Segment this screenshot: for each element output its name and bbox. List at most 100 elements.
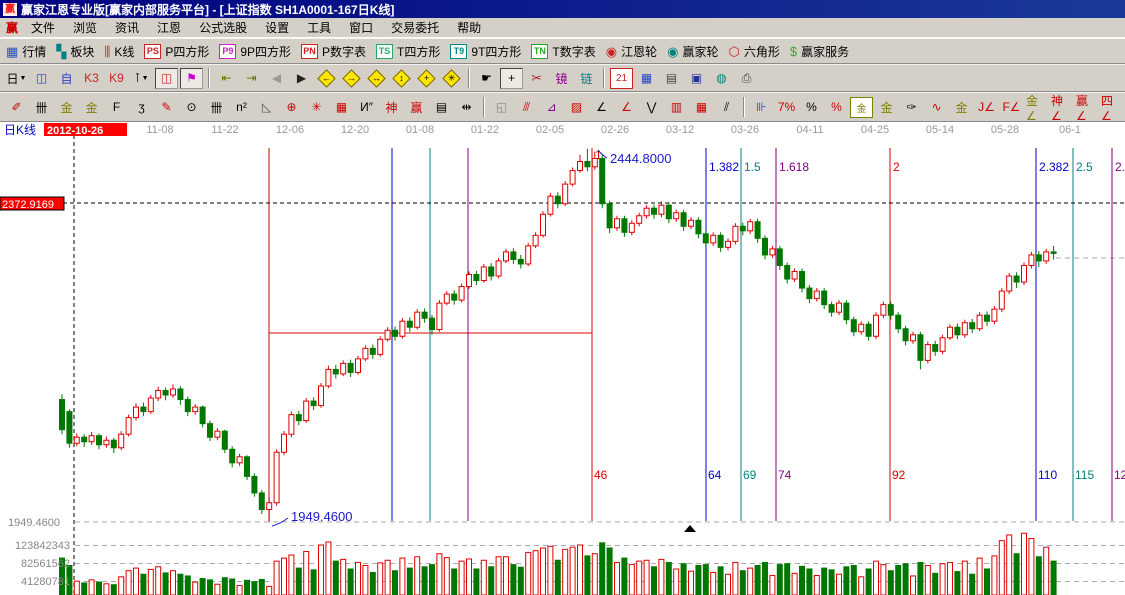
prev-bar-icon[interactable]: ◀: [265, 68, 288, 89]
si-angle-icon[interactable]: 四∠: [1100, 97, 1123, 118]
print-icon[interactable]: ⎙: [735, 68, 758, 89]
gold-ruler-icon[interactable]: 金: [55, 97, 78, 118]
info-panel-icon[interactable]: 自: [55, 68, 78, 89]
menu-item-设置[interactable]: 设置: [256, 17, 298, 38]
shen-grid-icon[interactable]: 神: [380, 97, 403, 118]
ruler-lines-icon[interactable]: 卌: [30, 97, 53, 118]
pattern-blue-icon[interactable]: ◫: [30, 68, 53, 89]
kline-9-icon[interactable]: K9: [105, 68, 128, 89]
title-bar[interactable]: 赢 赢家江恩专业版[赢家内部服务平台] - [上证指数 SH1A0001-167…: [0, 0, 1125, 18]
pattern-red-icon[interactable]: ◫: [155, 68, 178, 89]
wave-gold-icon[interactable]: ∿: [925, 97, 948, 118]
calendar-icon[interactable]: 21: [610, 68, 633, 89]
hatch-box-icon[interactable]: ▨: [565, 97, 588, 118]
table-grid-icon: ▦: [6, 44, 18, 59]
menu-item-工具[interactable]: 工具: [298, 17, 340, 38]
hand-tool-icon[interactable]: ☛: [475, 68, 498, 89]
zoom-in-icon[interactable]: +: [415, 68, 438, 89]
seven-pct-icon[interactable]: 7%: [775, 97, 798, 118]
save-icon[interactable]: ▣: [685, 68, 708, 89]
mirror-tool-icon[interactable]: 镜: [550, 68, 573, 89]
winner-service-button[interactable]: $赢家服务: [790, 43, 849, 60]
delete-tool-icon[interactable]: ✂: [525, 68, 548, 89]
n-squared-icon[interactable]: n²: [230, 97, 253, 118]
flag-icon[interactable]: ⚑: [180, 68, 203, 89]
zoom-out-icon[interactable]: ↕: [390, 68, 413, 89]
kline-button[interactable]: ⫼K线: [104, 43, 134, 60]
toolbar-label: K线: [114, 43, 134, 60]
t9-square-button[interactable]: T99T四方形: [450, 43, 521, 60]
percent-icon[interactable]: %: [800, 97, 823, 118]
menu-item-资讯[interactable]: 资讯: [106, 17, 148, 38]
j-angle-icon[interactable]: J∠: [975, 97, 998, 118]
link-tool-icon[interactable]: 链: [575, 68, 598, 89]
winner-wheel-button[interactable]: ◉赢家轮: [667, 43, 718, 60]
parallel-lines-icon[interactable]: ⫽: [715, 97, 738, 118]
red-pen-icon[interactable]: ✐: [5, 97, 28, 118]
p9-square-button[interactable]: P99P四方形: [219, 43, 291, 60]
square-web-icon[interactable]: ▦: [330, 97, 353, 118]
grid-123-icon[interactable]: ▤: [430, 97, 453, 118]
time-circle-icon[interactable]: ⊙: [180, 97, 203, 118]
angle-black-icon[interactable]: ∠: [590, 97, 613, 118]
wave-v-icon[interactable]: ⋁: [640, 97, 663, 118]
gold-under-icon[interactable]: 金: [950, 97, 973, 118]
compass-cross-icon[interactable]: ⊕: [280, 97, 303, 118]
pan-left-icon[interactable]: ←: [315, 68, 338, 89]
gold-angle-icon[interactable]: 金∠: [1025, 97, 1048, 118]
gold-circle-icon[interactable]: 金: [850, 97, 873, 118]
ying-angle-icon[interactable]: 赢∠: [1075, 97, 1098, 118]
hash-lines-icon[interactable]: 卌: [205, 97, 228, 118]
candle-style-dropdown[interactable]: ⊺▼: [130, 68, 153, 89]
menu-item-浏览[interactable]: 浏览: [64, 17, 106, 38]
menu-item-帮助[interactable]: 帮助: [448, 17, 490, 38]
box-corner-icon[interactable]: ◱: [490, 97, 513, 118]
hexagon-button[interactable]: ⬡六角形: [728, 43, 779, 60]
quotes-button[interactable]: ▦行情: [6, 43, 46, 60]
f-angle-icon[interactable]: F∠: [1000, 97, 1023, 118]
p-number-table-button[interactable]: PNP数字表: [301, 43, 366, 60]
web-save-icon[interactable]: ◍: [710, 68, 733, 89]
fan-red-icon[interactable]: ⫻: [515, 97, 538, 118]
period-day-dropdown[interactable]: 日▼: [5, 68, 28, 89]
crosshair-tool-icon[interactable]: +: [500, 68, 523, 89]
f-ruler-icon[interactable]: F: [105, 97, 128, 118]
zoom-all-icon[interactable]: ✳: [440, 68, 463, 89]
ying-grid-icon[interactable]: 赢: [405, 97, 428, 118]
chart-canvas[interactable]: 1461.382641.5691.618742922.3821102.51152…: [0, 122, 1125, 595]
shen-angle-icon[interactable]: 神∠: [1050, 97, 1073, 118]
sectors-button[interactable]: ▚板块: [56, 43, 94, 60]
menu-item-江恩[interactable]: 江恩: [148, 17, 190, 38]
star-web-icon[interactable]: ✳: [305, 97, 328, 118]
i-marks-icon[interactable]: И″: [355, 97, 378, 118]
angle-pen-icon[interactable]: ◺: [255, 97, 278, 118]
spiral-icon[interactable]: ʒ: [130, 97, 153, 118]
grid-box-icon[interactable]: ▦: [690, 97, 713, 118]
first-bar-icon[interactable]: ⇤: [215, 68, 238, 89]
gold-ruler2-icon[interactable]: 金: [80, 97, 103, 118]
menu-item-公式选股[interactable]: 公式选股: [190, 17, 256, 38]
width-arrows-icon[interactable]: ⇹: [455, 97, 478, 118]
p-square-button[interactable]: PSP四方形: [144, 43, 209, 60]
pen-circle-icon[interactable]: ✎: [155, 97, 178, 118]
menu-item-交易委托[interactable]: 交易委托: [382, 17, 448, 38]
kline-3-icon[interactable]: K3: [80, 68, 103, 89]
scale-bars-icon[interactable]: ⊪: [750, 97, 773, 118]
pan-both-icon[interactable]: ↔: [365, 68, 388, 89]
t-square-button[interactable]: TST四方形: [376, 43, 440, 60]
notes-icon[interactable]: ▤: [660, 68, 683, 89]
pct-lines-icon[interactable]: %: [825, 97, 848, 118]
last-bar-icon[interactable]: ⇥: [240, 68, 263, 89]
menu-item-窗口[interactable]: 窗口: [340, 17, 382, 38]
next-bar-icon[interactable]: ▶: [290, 68, 313, 89]
gold-line-icon[interactable]: 金: [875, 97, 898, 118]
calculator-icon[interactable]: ▦: [635, 68, 658, 89]
pan-right-icon[interactable]: →: [340, 68, 363, 89]
menu-item-文件[interactable]: 文件: [22, 17, 64, 38]
fan-purple-icon[interactable]: ⊿: [540, 97, 563, 118]
t-number-table-button[interactable]: TNT数字表: [531, 43, 595, 60]
angle-red-icon[interactable]: ∠: [615, 97, 638, 118]
grid-red-icon[interactable]: ▥: [665, 97, 688, 118]
brush-icon[interactable]: ✑: [900, 97, 923, 118]
gann-wheel-button[interactable]: ◉江恩轮: [606, 43, 657, 60]
